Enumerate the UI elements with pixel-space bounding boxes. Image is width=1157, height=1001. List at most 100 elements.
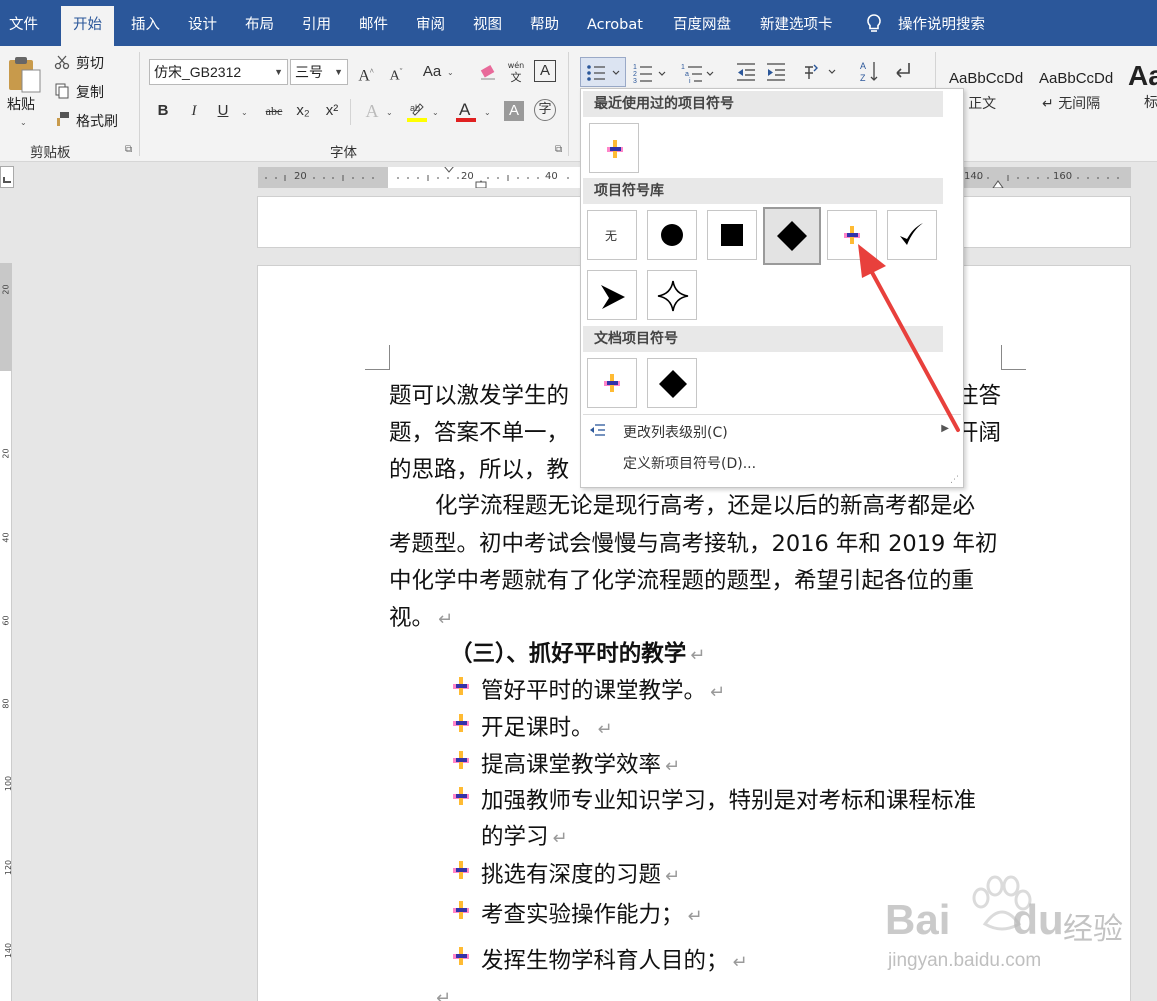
document-bullet-cross[interactable]: [587, 358, 637, 408]
bullet-option-star[interactable]: [647, 270, 697, 320]
tab-acrobat[interactable]: Acrobat: [587, 0, 643, 46]
tab-home[interactable]: 开始: [61, 6, 114, 46]
four-point-star-icon: [657, 280, 689, 312]
chevron-down-icon[interactable]: ⌄: [484, 108, 491, 117]
tab-mailings[interactable]: 邮件: [359, 0, 388, 46]
bullet-option-square[interactable]: [707, 210, 757, 260]
cut-button[interactable]: 剪切: [76, 53, 104, 73]
chevron-down-icon[interactable]: ⌄: [432, 108, 439, 117]
superscript-button[interactable]: x²: [320, 99, 344, 123]
ribbon-home: 粘贴 ⌄ 剪切 复制 格式刷 剪贴板 ⧉ 仿宋_GB2312 ▼ 三号 ▼ A^…: [0, 46, 1157, 162]
tab-selector[interactable]: [0, 166, 14, 188]
style-no-spacing[interactable]: AaBbCcDd ↵ 无间隔: [1034, 60, 1122, 130]
enclose-characters-button[interactable]: 字: [534, 99, 556, 121]
watermark-brand: Bai du: [885, 896, 1064, 943]
bullet-icon: [453, 947, 469, 965]
text-effects-button[interactable]: A: [360, 99, 384, 123]
tab-review[interactable]: 审阅: [416, 0, 445, 46]
bullet-icon: [607, 140, 623, 158]
shrink-font-button[interactable]: Aˇ: [384, 60, 408, 84]
tab-help[interactable]: 帮助: [530, 0, 559, 46]
return-mark: ↵: [710, 682, 726, 703]
numbering-icon[interactable]: 123: [632, 61, 670, 89]
change-case-button[interactable]: Aa: [420, 60, 444, 84]
bullet-option-none[interactable]: 无: [587, 210, 637, 260]
annotation-arrow: [858, 244, 960, 432]
chinese-layout-icon[interactable]: [802, 61, 840, 87]
style-heading-1[interactable]: Aa 标: [1126, 60, 1157, 130]
ruler-number: 140: [964, 171, 984, 182]
clipboard-group-label: 剪贴板: [30, 145, 71, 161]
return-mark: ↵: [690, 645, 706, 666]
decrease-indent-icon[interactable]: [735, 61, 757, 87]
ruler-number: 120: [4, 859, 14, 876]
bullet-option-diamond[interactable]: [763, 207, 821, 265]
paragraph-line: 中化学中考题就有了化学流程题的题型，希望引起各位的重: [389, 568, 975, 594]
tab-insert[interactable]: 插入: [131, 0, 160, 46]
bullet-option-circle[interactable]: [647, 210, 697, 260]
bullet-option-arrowhead[interactable]: [587, 270, 637, 320]
vertical-ruler[interactable]: 20 20 40 60 80 100 120 140: [0, 263, 14, 1001]
strikethrough-button[interactable]: abc: [260, 99, 288, 123]
dialog-launcher-icon[interactable]: ⧉: [125, 144, 132, 155]
define-new-bullet-item[interactable]: 定义新项目符号(D)...: [583, 448, 961, 476]
tab-new[interactable]: 新建选项卡: [760, 0, 833, 46]
character-border-button[interactable]: A: [534, 60, 556, 82]
tab-baidu-netdisk[interactable]: 百度网盘: [673, 0, 731, 46]
tab-references[interactable]: 引用: [302, 0, 331, 46]
format-painter-button[interactable]: 格式刷: [76, 111, 118, 131]
return-mark: ↵: [438, 609, 454, 630]
return-mark: ↵: [552, 828, 568, 849]
chevron-down-icon[interactable]: ⌄: [447, 68, 454, 77]
bullet-icon: [604, 374, 620, 392]
ruler-margin-area: [0, 263, 12, 371]
lightbulb-icon[interactable]: [865, 13, 883, 39]
tab-view[interactable]: 视图: [473, 0, 502, 46]
list-item: 管好平时的课堂教学。 ↵: [481, 678, 726, 704]
font-size-combo[interactable]: 三号 ▼: [290, 59, 348, 85]
change-list-level-label: 更改列表级别(C): [623, 425, 728, 441]
list-item: 开足课时。 ↵: [481, 715, 613, 741]
font-name-combo[interactable]: 仿宋_GB2312 ▼: [149, 59, 288, 85]
ribbon-tab-bar: 文件 开始 插入 设计 布局 引用 邮件 审阅 视图 帮助 Acrobat 百度…: [0, 0, 1157, 46]
phonetic-guide-button[interactable]: wén 文: [504, 60, 528, 84]
tab-file[interactable]: 文件: [9, 0, 38, 46]
show-hide-marks-icon[interactable]: [893, 59, 915, 87]
list-level-icon: [590, 424, 605, 436]
copy-button[interactable]: 复制: [76, 82, 104, 102]
font-group-label: 字体: [330, 145, 357, 161]
character-shading-button[interactable]: A: [504, 101, 524, 121]
highlight-icon[interactable]: ab: [405, 99, 429, 127]
sort-icon[interactable]: AZ: [858, 59, 880, 87]
document-bullet-diamond[interactable]: [647, 358, 697, 408]
dialog-launcher-icon[interactable]: ⧉: [555, 144, 562, 155]
chevron-down-icon[interactable]: ⌄: [241, 108, 248, 117]
style-name: 无间隔: [1058, 96, 1101, 112]
multilevel-list-icon[interactable]: 1ai: [680, 61, 718, 89]
group-separator: [139, 52, 140, 156]
style-preview: Aa: [1128, 60, 1157, 91]
grow-font-button[interactable]: A^: [354, 60, 378, 84]
paste-dropdown-icon[interactable]: ⌄: [20, 118, 27, 127]
tell-me-search[interactable]: 操作说明搜索: [898, 0, 985, 46]
clear-formatting-icon[interactable]: [478, 62, 498, 86]
increase-indent-icon[interactable]: [765, 61, 787, 87]
chevron-down-icon[interactable]: ⌄: [386, 108, 393, 117]
ruler-number: 140: [4, 942, 14, 959]
resize-grip-icon[interactable]: ⋰: [950, 475, 959, 485]
paste-button[interactable]: 粘贴: [7, 94, 35, 114]
tab-design[interactable]: 设计: [188, 0, 217, 46]
bullets-button[interactable]: [580, 57, 626, 87]
paste-icon[interactable]: [6, 54, 42, 98]
font-color-icon[interactable]: A: [454, 99, 478, 127]
tab-layout[interactable]: 布局: [245, 0, 274, 46]
arrowhead-icon: [601, 285, 625, 309]
underline-button[interactable]: U: [211, 99, 235, 123]
bold-button[interactable]: B: [151, 99, 175, 123]
italic-button[interactable]: I: [182, 99, 206, 123]
subscript-button[interactable]: x₂: [291, 99, 315, 123]
list-item: 考查实验操作能力； ↵: [481, 902, 703, 928]
ruler-number: 20: [461, 171, 474, 182]
recent-bullet-option[interactable]: [589, 123, 639, 173]
recent-bullets-header: 最近使用过的项目符号: [583, 91, 943, 117]
